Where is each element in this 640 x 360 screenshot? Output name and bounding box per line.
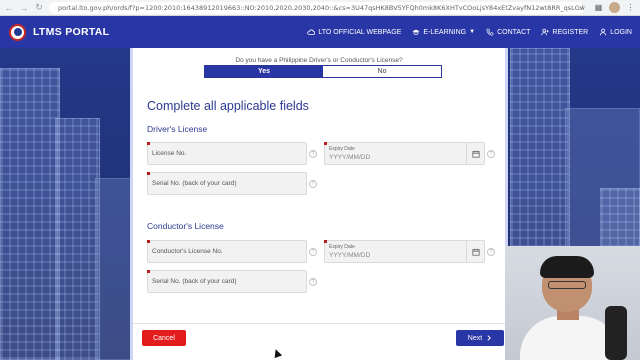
drivers-expiry-placeholder: YYYY/MM/DD bbox=[329, 154, 371, 161]
star-icon[interactable]: ☆ bbox=[577, 2, 588, 13]
cancel-button[interactable]: Cancel bbox=[142, 330, 186, 346]
help-icon[interactable]: ? bbox=[487, 150, 495, 158]
graduation-icon bbox=[412, 29, 420, 35]
nav-elearning-label: E-LEARNING bbox=[423, 28, 467, 36]
cloud-icon bbox=[307, 29, 316, 35]
conductors-serial-placeholder: Serial No. (back of your card) bbox=[152, 278, 237, 285]
microphone bbox=[605, 306, 627, 360]
help-icon[interactable]: ? bbox=[309, 180, 317, 188]
conductors-expiry-date-field[interactable]: Expiry Date YYYY/MM/DD bbox=[324, 240, 485, 263]
nav-register-label: REGISTER bbox=[552, 28, 589, 36]
phone-icon bbox=[486, 28, 494, 36]
license-question: Do you have a Philippine Driver's or Con… bbox=[235, 57, 403, 64]
webcam-overlay bbox=[505, 246, 640, 360]
license-toggle: Yes No bbox=[204, 65, 442, 78]
calendar-icon bbox=[471, 150, 480, 158]
drivers-license-heading: Driver's License bbox=[147, 124, 208, 134]
calendar-button[interactable] bbox=[466, 143, 484, 164]
calendar-button[interactable] bbox=[466, 241, 484, 262]
nav-login[interactable]: LOGIN bbox=[599, 28, 632, 36]
drivers-serial-placeholder: Serial No. (back of your card) bbox=[152, 180, 237, 187]
conductors-license-no-placeholder: Conductor's License No. bbox=[152, 248, 223, 255]
form-heading: Complete all applicable fields bbox=[147, 99, 309, 113]
next-label: Next bbox=[467, 334, 483, 342]
profile-avatar[interactable] bbox=[609, 2, 620, 13]
conductors-expiry-caption: Expiry Date bbox=[329, 244, 355, 250]
drivers-serial-no-field[interactable]: Serial No. (back of your card) bbox=[147, 172, 307, 195]
footer-divider bbox=[133, 323, 505, 324]
lto-logo[interactable] bbox=[9, 23, 26, 41]
user-icon bbox=[600, 28, 607, 36]
drivers-license-no-placeholder: License No. bbox=[152, 150, 187, 157]
nav-contact[interactable]: CONTACT bbox=[486, 28, 530, 36]
menu-icon[interactable]: ⋮ bbox=[625, 2, 636, 13]
yes-option[interactable]: Yes bbox=[205, 66, 323, 77]
next-button[interactable]: Next bbox=[456, 330, 504, 346]
caret-down-icon: ▼ bbox=[469, 29, 476, 35]
address-bar[interactable]: portal.lto.gov.ph/ords/f?p=1200:2010:164… bbox=[49, 1, 584, 14]
conductors-license-no-field[interactable]: Conductor's License No. bbox=[147, 240, 307, 263]
brand-title[interactable]: LTMS PORTAL bbox=[33, 26, 109, 38]
nav-login-label: LOGIN bbox=[610, 28, 632, 36]
extension-icon[interactable]: ▦ bbox=[593, 2, 604, 13]
license-form-panel: Do you have a Philippine Driver's or Con… bbox=[130, 48, 508, 360]
help-icon[interactable]: ? bbox=[487, 248, 495, 256]
url-text: portal.lto.gov.ph/ords/f?p=1200:2010:164… bbox=[58, 3, 584, 12]
conductors-license-heading: Conductor's License bbox=[147, 221, 224, 231]
drivers-license-no-field[interactable]: License No. bbox=[147, 142, 307, 165]
nav-register[interactable]: REGISTER bbox=[541, 28, 588, 36]
conductors-serial-no-field[interactable]: Serial No. (back of your card) bbox=[147, 270, 307, 293]
top-navbar: LTMS PORTAL LTO OFFICIAL WEBPAGE E-LEARN… bbox=[0, 16, 640, 48]
calendar-icon bbox=[471, 248, 480, 256]
nav-elearning[interactable]: E-LEARNING ▼ bbox=[412, 28, 475, 36]
nav-official-webpage[interactable]: LTO OFFICIAL WEBPAGE bbox=[307, 28, 401, 36]
help-icon[interactable]: ? bbox=[309, 248, 317, 256]
forward-icon[interactable]: → bbox=[18, 2, 30, 14]
drivers-expiry-date-field[interactable]: Expiry Date YYYY/MM/DD bbox=[324, 142, 485, 165]
conductors-expiry-placeholder: YYYY/MM/DD bbox=[329, 252, 371, 259]
help-icon[interactable]: ? bbox=[309, 150, 317, 158]
nav-official-label: LTO OFFICIAL WEBPAGE bbox=[318, 28, 402, 36]
back-icon[interactable]: ← bbox=[3, 2, 15, 14]
drivers-expiry-caption: Expiry Date bbox=[329, 146, 355, 152]
chevron-right-icon bbox=[487, 335, 492, 341]
reload-icon[interactable]: ↻ bbox=[33, 2, 45, 14]
no-option[interactable]: No bbox=[323, 66, 441, 77]
help-icon[interactable]: ? bbox=[309, 278, 317, 286]
user-plus-icon bbox=[541, 28, 550, 36]
nav-contact-label: CONTACT bbox=[497, 28, 531, 36]
browser-toolbar: ← → ↻ portal.lto.gov.ph/ords/f?p=1200:20… bbox=[0, 0, 640, 16]
